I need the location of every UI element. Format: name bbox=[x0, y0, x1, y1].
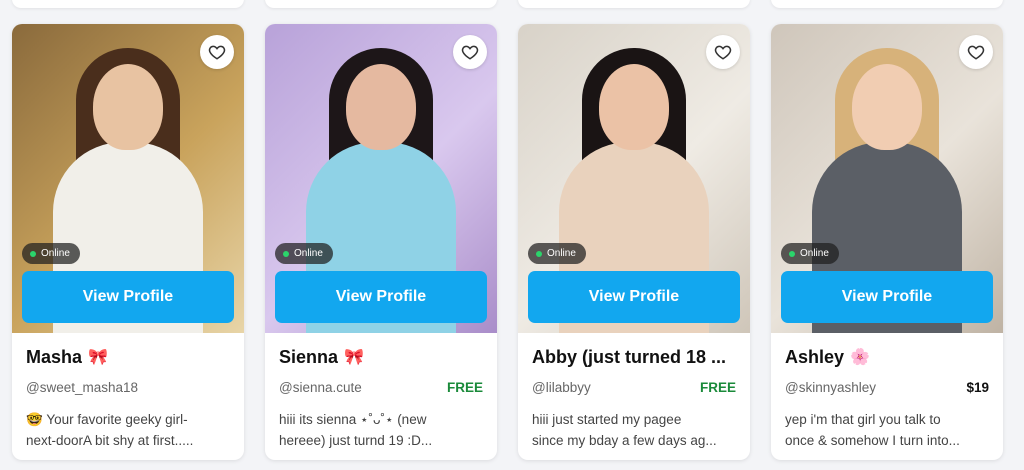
creator-name: Sienna bbox=[279, 346, 339, 367]
bio-line: hiii its sienna ⋆˚ᴗ˚⋆ (new bbox=[279, 412, 427, 427]
heart-icon bbox=[208, 45, 226, 60]
creator-bio: hiii just started my pagee since my bday… bbox=[532, 409, 736, 451]
creator-name: Abby (just turned 18 ... bbox=[532, 346, 727, 367]
online-dot-icon bbox=[536, 250, 542, 257]
previous-row-card bbox=[518, 0, 750, 8]
creator-handle: @lilabbyy bbox=[532, 379, 591, 395]
online-status-badge: Online bbox=[528, 243, 586, 264]
name-emoji: 🎀 bbox=[344, 349, 364, 366]
bio-line: hiii just started my pagee bbox=[532, 412, 682, 427]
bio-line: 🤓 Your favorite geeky girl- bbox=[26, 412, 188, 427]
creator-card[interactable]: Online View Profile Masha 🎀 @sweet_masha… bbox=[12, 24, 244, 460]
price-label: $19 bbox=[966, 379, 989, 395]
creator-bio: yep i'm that girl you talk to once & som… bbox=[785, 409, 989, 451]
online-dot-icon bbox=[283, 250, 289, 257]
previous-row-card bbox=[265, 0, 497, 8]
previous-row-card bbox=[12, 0, 244, 8]
bio-line: yep i'm that girl you talk to bbox=[785, 412, 941, 427]
creator-handle: @sweet_masha18 bbox=[26, 379, 139, 395]
creator-name: Masha bbox=[26, 346, 83, 367]
favorite-button[interactable] bbox=[706, 35, 740, 69]
creator-card[interactable]: Online View Profile Ashley 🌸 @skinnyashl… bbox=[771, 24, 1003, 460]
online-status-label: Online bbox=[294, 248, 323, 259]
heart-icon bbox=[967, 45, 985, 60]
view-profile-button[interactable]: View Profile bbox=[528, 271, 740, 323]
bio-line: hereee) just turnd 19 :D... bbox=[279, 433, 433, 448]
creator-card[interactable]: Online View Profile Abby (just turned 18… bbox=[518, 24, 750, 460]
favorite-button[interactable] bbox=[959, 35, 993, 69]
online-status-label: Online bbox=[41, 248, 70, 259]
creator-handle: @skinnyashley bbox=[785, 379, 876, 395]
bio-line: once & somehow I turn into... bbox=[785, 433, 960, 448]
photo-figure-head bbox=[852, 64, 922, 150]
creator-bio: 🤓 Your favorite geeky girl- next-doorA b… bbox=[26, 409, 230, 451]
photo-figure-head bbox=[346, 64, 416, 150]
heart-icon bbox=[714, 45, 732, 60]
view-profile-button[interactable]: View Profile bbox=[22, 271, 234, 323]
profile-photo[interactable]: Online View Profile bbox=[12, 24, 244, 333]
profile-photo[interactable]: Online View Profile bbox=[518, 24, 750, 333]
price-label: FREE bbox=[699, 379, 736, 395]
favorite-button[interactable] bbox=[453, 35, 487, 69]
creator-bio: hiii its sienna ⋆˚ᴗ˚⋆ (new hereee) just … bbox=[279, 409, 483, 451]
photo-figure-head bbox=[93, 64, 163, 150]
name-emoji: 🌸 bbox=[850, 349, 870, 366]
view-profile-button[interactable]: View Profile bbox=[275, 271, 487, 323]
online-dot-icon bbox=[30, 250, 36, 257]
previous-row-card bbox=[771, 0, 1003, 8]
online-dot-icon bbox=[789, 250, 795, 257]
profile-photo[interactable]: Online View Profile bbox=[771, 24, 1003, 333]
profile-photo[interactable]: Online View Profile bbox=[265, 24, 497, 333]
creator-name: Ashley bbox=[785, 346, 845, 367]
name-emoji: 🎀 bbox=[88, 349, 108, 366]
online-status-badge: Online bbox=[781, 243, 839, 264]
creator-card[interactable]: Online View Profile Sienna 🎀 @sienna.cut… bbox=[265, 24, 497, 460]
photo-figure-head bbox=[599, 64, 669, 150]
view-profile-button[interactable]: View Profile bbox=[781, 271, 993, 323]
online-status-label: Online bbox=[547, 248, 576, 259]
bio-line: since my bday a few days ag... bbox=[532, 433, 717, 448]
online-status-badge: Online bbox=[22, 243, 80, 264]
online-status-label: Online bbox=[800, 248, 829, 259]
bio-line: next-doorA bit shy at first..... bbox=[26, 433, 194, 448]
heart-icon bbox=[461, 45, 479, 60]
creator-handle: @sienna.cute bbox=[279, 379, 362, 395]
online-status-badge: Online bbox=[275, 243, 333, 264]
price-label: FREE bbox=[446, 379, 483, 395]
favorite-button[interactable] bbox=[200, 35, 234, 69]
